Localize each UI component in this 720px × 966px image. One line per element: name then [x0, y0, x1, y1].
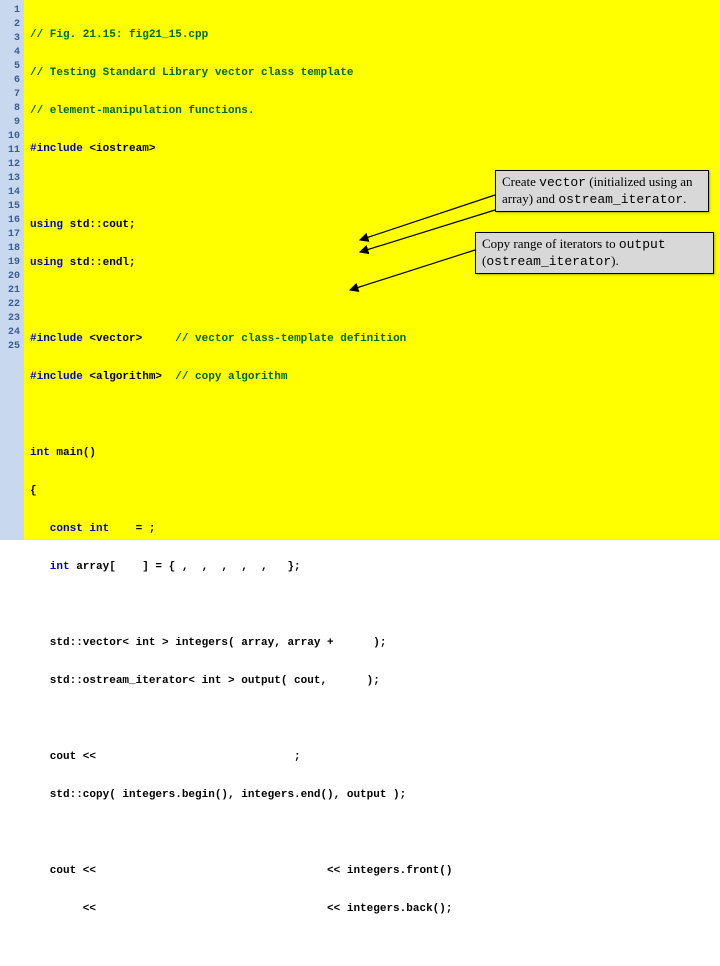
keyword: using — [30, 219, 63, 231]
code-text: std::endl; — [63, 257, 136, 269]
line-number: 16 — [0, 214, 24, 228]
code-line: // Testing Standard Library vector class… — [30, 66, 714, 80]
line-number: 3 — [0, 32, 24, 46]
code-line: { — [30, 484, 714, 498]
code-text: std::vector< int > integers( array, arra… — [30, 637, 386, 649]
line-number: 25 — [0, 340, 24, 354]
line-number: 24 — [0, 326, 24, 340]
callout-text: ). — [611, 253, 619, 268]
line-number: 1 — [0, 4, 24, 18]
keyword: int — [30, 447, 50, 459]
line-number: 2 — [0, 18, 24, 32]
code-text: { — [30, 485, 37, 497]
code-line — [30, 408, 714, 422]
keyword: int — [30, 561, 70, 573]
line-number: 12 — [0, 158, 24, 172]
code-text: <algorithm> — [89, 371, 162, 383]
callout-code: ostream_iterator — [486, 254, 611, 269]
callout-create-vector: Create vector (initialized using an arra… — [495, 170, 709, 212]
line-number: 19 — [0, 256, 24, 270]
comment: // vector class-template definition — [175, 333, 406, 345]
comment: // Testing Standard Library vector class… — [30, 67, 353, 79]
code-line — [30, 826, 714, 840]
callout-code: output — [619, 237, 666, 252]
code-text: std::ostream_iterator< int > output( cou… — [30, 675, 380, 687]
keyword: #include — [30, 333, 83, 345]
code-text: = ; — [109, 523, 155, 535]
code-line: // element-manipulation functions. — [30, 104, 714, 118]
line-number: 6 — [0, 74, 24, 88]
code-text: <vector> — [89, 333, 142, 345]
code-line: #include <iostream> — [30, 142, 714, 156]
code-line — [30, 598, 714, 612]
line-number: 18 — [0, 242, 24, 256]
callout-code: ostream_iterator — [558, 192, 683, 207]
line-number: 13 — [0, 172, 24, 186]
callout-code: vector — [539, 175, 586, 190]
line-number: 5 — [0, 60, 24, 74]
code-line: int array[ ] = { , , , , , }; — [30, 560, 714, 574]
line-number: 14 — [0, 186, 24, 200]
keyword: const int — [30, 523, 109, 535]
line-number: 8 — [0, 102, 24, 116]
line-number: 17 — [0, 228, 24, 242]
line-number: 22 — [0, 298, 24, 312]
keyword: using — [30, 257, 63, 269]
code-line — [30, 940, 714, 954]
code-line: using std::cout; — [30, 218, 714, 232]
callout-copy-range: Copy range of iterators to output (ostre… — [475, 232, 714, 274]
code-text: cout << ; — [30, 751, 301, 763]
code-line: #include <vector> // vector class-templa… — [30, 332, 714, 346]
line-number: 9 — [0, 116, 24, 130]
code-line: int main() — [30, 446, 714, 460]
comment: // element-manipulation functions. — [30, 105, 254, 117]
code-line: // Fig. 21.15: fig21_15.cpp — [30, 28, 714, 42]
callout-text: . — [683, 191, 686, 206]
code-text: <iostream> — [89, 143, 155, 155]
callout-text: Create — [502, 174, 539, 189]
code-text: array[ ] = { , , , , , }; — [70, 561, 301, 573]
comment: // Fig. 21.15: fig21_15.cpp — [30, 29, 208, 41]
code-line — [30, 294, 714, 308]
line-number: 23 — [0, 312, 24, 326]
code-line: << << integers.back(); — [30, 902, 714, 916]
code-line: #include <algorithm> // copy algorithm — [30, 370, 714, 384]
code-text: cout << << integers.front() — [30, 865, 452, 877]
line-number: 21 — [0, 284, 24, 298]
callout-text: Copy range of iterators to — [482, 236, 619, 251]
code-line — [30, 712, 714, 726]
keyword: #include — [30, 371, 83, 383]
code-text: << << integers.back(); — [30, 903, 452, 915]
line-number: 20 — [0, 270, 24, 284]
comment: // copy algorithm — [175, 371, 287, 383]
code-line: std::vector< int > integers( array, arra… — [30, 636, 714, 650]
code-line: std::ostream_iterator< int > output( cou… — [30, 674, 714, 688]
code-line: const int = ; — [30, 522, 714, 536]
keyword: #include — [30, 143, 83, 155]
code-text: main() — [50, 447, 96, 459]
line-number: 15 — [0, 200, 24, 214]
code-line: cout << ; — [30, 750, 714, 764]
code-line: cout << << integers.front() — [30, 864, 714, 878]
code-line: std::copy( integers.begin(), integers.en… — [30, 788, 714, 802]
line-number: 4 — [0, 46, 24, 60]
line-number: 11 — [0, 144, 24, 158]
line-number: 10 — [0, 130, 24, 144]
line-number: 7 — [0, 88, 24, 102]
code-text: std::copy( integers.begin(), integers.en… — [30, 789, 406, 801]
line-number-gutter: 1 2 3 4 5 6 7 8 9 10 11 12 13 14 15 16 1… — [0, 0, 24, 540]
code-text: std::cout; — [63, 219, 136, 231]
